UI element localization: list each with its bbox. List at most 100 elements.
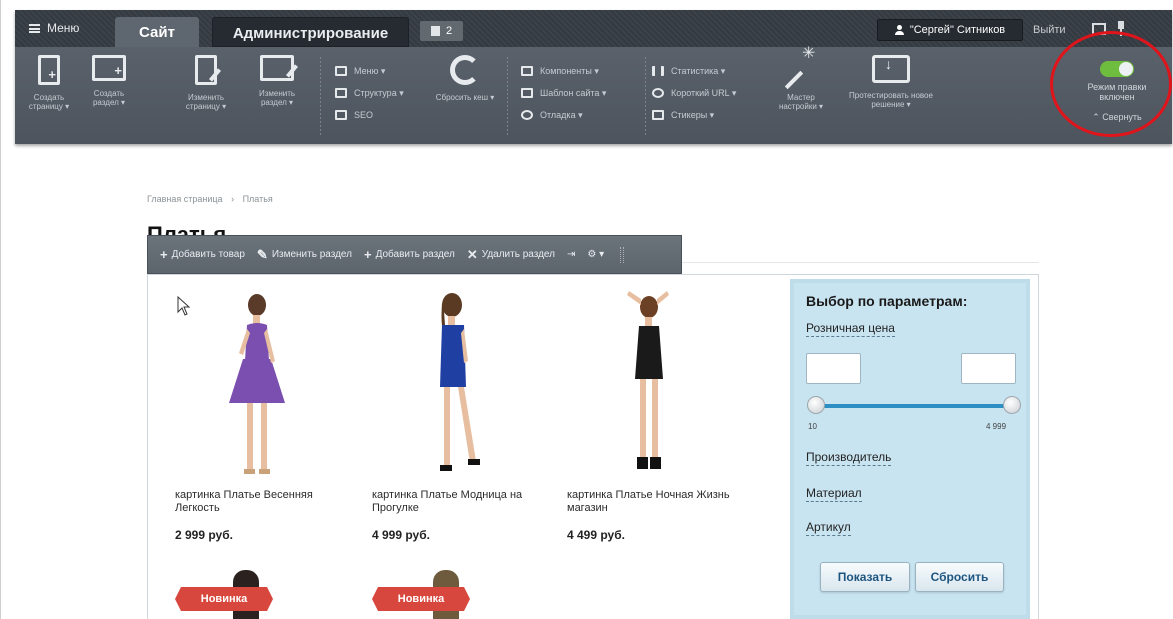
- create-section-button[interactable]: + Создать раздел ▾: [81, 55, 137, 107]
- notifications-button[interactable]: 2: [420, 21, 463, 41]
- price-min-label: 10: [808, 422, 817, 431]
- site-tools-list: Меню ▾ Структура ▾ SEO: [335, 60, 404, 126]
- edit-page-button[interactable]: Изменить страницу ▾: [178, 55, 234, 111]
- clear-cache-button[interactable]: Сбросить кеш ▾: [435, 55, 495, 102]
- delete-section-button[interactable]: ✕ Удалить раздел: [467, 247, 555, 263]
- product-image[interactable]: [406, 291, 496, 483]
- more-actions-button[interactable]: ⇥: [567, 249, 575, 260]
- browser-viewport: Меню Сайт Администрирование 2 "Сергей" С…: [0, 0, 1173, 619]
- breadcrumb-separator: ›: [231, 194, 235, 204]
- product-name[interactable]: картинка Платье Модница на Прогулке: [372, 489, 552, 515]
- price-slider-track[interactable]: [816, 404, 1013, 408]
- edit-page-icon: [195, 55, 222, 85]
- product-name[interactable]: картинка Платье Весенняя Легкость: [175, 489, 355, 515]
- product-name[interactable]: картинка Платье Ночная Жизнь магазин: [567, 489, 747, 515]
- stickers-tool[interactable]: Стикеры ▾: [652, 104, 736, 126]
- product-card[interactable]: картинка Платье Весенняя Легкость 2 999 …: [175, 291, 345, 542]
- wizard-button[interactable]: Мастер настройки ▾: [771, 49, 831, 111]
- create-page-button[interactable]: + Создать страницу ▾: [21, 55, 77, 111]
- product-card[interactable]: картинка Платье Ночная Жизнь магазин 4 4…: [567, 291, 737, 542]
- tab-administration[interactable]: Администрирование: [212, 17, 409, 47]
- edit-section-button[interactable]: Изменить раздел ▾: [247, 55, 307, 107]
- clear-cache-label: Сбросить кеш ▾: [435, 93, 495, 102]
- add-section-button[interactable]: + Добавить раздел: [364, 247, 455, 262]
- test-solution-label: Протестировать новое решение ▾: [849, 91, 933, 109]
- menu-list-icon: [335, 66, 347, 76]
- breadcrumb-home[interactable]: Главная страница: [147, 194, 223, 204]
- edit-section-label: Изменить раздел ▾: [258, 89, 296, 107]
- menu-button[interactable]: Меню: [29, 21, 79, 35]
- create-page-label: Создать страницу ▾: [28, 93, 70, 111]
- product-card[interactable]: картинка Платье Модница на Прогулке 4 99…: [372, 291, 542, 542]
- price-max-label: 4 999: [986, 422, 1007, 431]
- show-button[interactable]: Показать: [820, 562, 910, 592]
- price-slider-max-handle[interactable]: [1003, 396, 1021, 414]
- page-title: Платья: [147, 222, 227, 235]
- download-monitor-icon: [872, 55, 910, 83]
- logout-link[interactable]: Выйти: [1033, 24, 1066, 36]
- plus-icon: +: [364, 247, 372, 262]
- toolbar-separator: [645, 57, 646, 137]
- reset-button[interactable]: Сбросить: [915, 562, 1004, 592]
- manufacturer-toggle[interactable]: Производитель: [806, 450, 892, 466]
- filter-panel: Выбор по параметрам: Розничная цена 10 4…: [790, 279, 1030, 619]
- pencil-icon: ✎: [256, 246, 268, 262]
- short-url-tool[interactable]: Короткий URL ▾: [652, 82, 736, 104]
- seo-tool[interactable]: SEO: [335, 104, 404, 126]
- seo-chart-icon: [335, 110, 347, 120]
- plus-icon: +: [160, 247, 168, 262]
- edit-section-icon: [260, 55, 299, 81]
- dress-skirt: [229, 359, 285, 403]
- highlight-circle: [1050, 31, 1172, 137]
- product-price: 2 999 руб.: [175, 528, 233, 542]
- refresh-icon: [450, 55, 480, 85]
- menu-label: Меню: [47, 21, 80, 35]
- retail-price-toggle[interactable]: Розничная цена: [806, 321, 895, 337]
- price-min-input[interactable]: [806, 353, 861, 384]
- debug-tool[interactable]: Отладка ▾: [521, 104, 606, 126]
- menu-tool[interactable]: Меню ▾: [335, 60, 404, 82]
- hamburger-icon: [29, 23, 40, 33]
- close-icon: ✕: [466, 246, 478, 262]
- sticker-icon: [652, 110, 664, 120]
- filter-title: Выбор по параметрам:: [806, 293, 968, 309]
- user-button[interactable]: "Сергей" Ситников: [877, 19, 1023, 41]
- test-solution-button[interactable]: Протестировать новое решение ▾: [845, 55, 937, 109]
- create-section-icon: +: [92, 55, 126, 81]
- product-image[interactable]: [601, 291, 691, 483]
- statistics-tool[interactable]: Статистика ▾: [652, 60, 736, 82]
- toolbar-separator: [507, 57, 508, 137]
- product-price: 4 499 руб.: [567, 528, 625, 542]
- price-max-input[interactable]: [961, 353, 1016, 384]
- gauge-icon: [521, 110, 533, 120]
- drag-handle[interactable]: [620, 246, 625, 263]
- site-template-tool[interactable]: Шаблон сайта ▾: [521, 82, 606, 104]
- notifications-count: 2: [445, 25, 453, 37]
- stats-tools-list: Статистика ▾ Короткий URL ▾ Стикеры ▾: [652, 60, 736, 126]
- article-toggle[interactable]: Артикул: [806, 520, 851, 536]
- toolbar-separator: [320, 57, 321, 137]
- add-item-button[interactable]: + Добавить товар: [160, 247, 245, 262]
- dress-top: [245, 323, 269, 361]
- components-icon: [521, 66, 533, 76]
- bar-chart-icon: [652, 66, 664, 76]
- link-icon: [652, 88, 664, 98]
- breadcrumb-current[interactable]: Платья: [243, 194, 273, 204]
- product-image[interactable]: [209, 291, 299, 483]
- price-slider-min-handle[interactable]: [807, 396, 825, 414]
- magic-wand-icon: [788, 49, 815, 85]
- edit-page-label: Изменить страницу ▾: [185, 93, 227, 111]
- section-edit-toolbar: + Добавить товар ✎ Изменить раздел + Добави…: [147, 235, 682, 274]
- tab-site[interactable]: Сайт: [115, 17, 199, 47]
- new-badge: Новинка: [372, 587, 470, 611]
- structure-tool[interactable]: Структура ▾: [335, 82, 404, 104]
- components-tool[interactable]: Компоненты ▾: [521, 60, 606, 82]
- create-page-icon: +: [38, 55, 60, 85]
- gear-dropdown[interactable]: ⚙ ▾: [587, 249, 604, 260]
- create-section-label: Создать раздел ▾: [92, 89, 126, 107]
- edit-section-toolbar-button[interactable]: ✎ Изменить раздел: [257, 247, 352, 263]
- product-price: 4 999 руб.: [372, 528, 430, 542]
- structure-icon: [335, 88, 347, 98]
- material-toggle[interactable]: Материал: [806, 486, 862, 502]
- admin-panel: Меню Сайт Администрирование 2 "Сергей" С…: [15, 10, 1172, 144]
